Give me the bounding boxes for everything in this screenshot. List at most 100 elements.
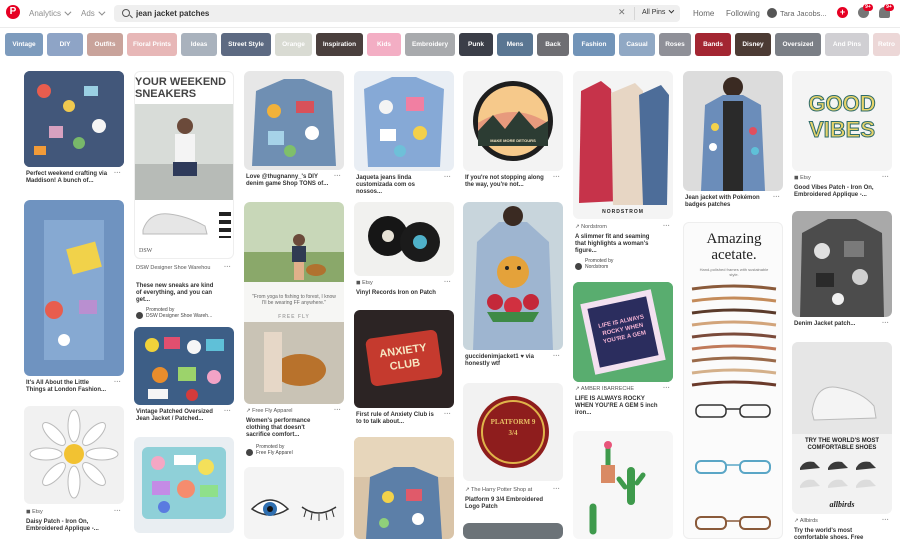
pin-card[interactable] [134, 437, 234, 533]
pin-card[interactable]: NORDSTROM ↗ Nordstrom A slimmer fit and … [573, 71, 673, 271]
pin-source[interactable]: ↗ Allbirds [794, 518, 818, 524]
pin-more-options-icon[interactable]: ··· [444, 411, 451, 418]
pin-card[interactable] [573, 431, 673, 539]
ads-menu[interactable]: Ads [81, 8, 106, 18]
pin-image[interactable] [244, 467, 344, 539]
pin-more-options-icon[interactable]: ··· [114, 508, 121, 515]
pin-card[interactable]: Perfect weekend crafting via Maddison! A… [24, 71, 124, 187]
home-link[interactable]: Home [693, 9, 714, 18]
pin-image[interactable] [134, 327, 234, 405]
pin-image[interactable] [354, 202, 454, 276]
pin-card[interactable]: Jean jacket with Pokémon badges patches … [683, 71, 783, 216]
pin-card[interactable]: Jaqueta jeans linda customizada com os n… [354, 71, 454, 195]
pin-card[interactable]: Amazing acetate. Hand-polished frames wi… [683, 222, 783, 539]
pin-more-options-icon[interactable]: ··· [882, 174, 889, 181]
pin-image[interactable]: "From yoga to fishing to forest, I know … [244, 202, 344, 404]
pin-image[interactable] [573, 431, 673, 539]
pin-card[interactable]: guccidenimjacket1 ♥ via honestly wtf ··· [463, 202, 563, 374]
pinterest-logo-icon[interactable]: P [6, 5, 20, 19]
analytics-menu[interactable]: Analytics [29, 8, 72, 18]
pin-card[interactable]: "From yoga to fishing to forest, I know … [244, 202, 344, 460]
pin-more-options-icon[interactable]: ··· [553, 353, 560, 360]
pin-image[interactable] [683, 71, 783, 191]
pin-card[interactable]: LIFE IS ALWAYS ROCKY WHEN YOU'RE A GEM ↗… [573, 282, 673, 422]
pin-card[interactable]: Vintage Patched Oversized Jean Jacket / … [134, 327, 234, 429]
guide-chip[interactable]: And Pins [825, 33, 869, 56]
pin-card[interactable]: MAKE MORE DETOURS If you're not stopping… [463, 71, 563, 193]
pin-card[interactable]: YOUR WEEKEND SNEAKERS DSW DSW Designer S… [134, 71, 234, 322]
pin-image[interactable] [792, 211, 892, 317]
pin-image[interactable]: TRY THE WORLD'S MOST COMFORTABLE SHOES a… [792, 342, 892, 514]
search-scope-dropdown[interactable]: All Pins [642, 7, 675, 16]
guide-chip[interactable]: DIY [47, 33, 83, 56]
pin-image[interactable] [24, 406, 124, 504]
pin-more-options-icon[interactable]: ··· [773, 194, 780, 201]
pin-image[interactable]: ANXIETY CLUB [354, 310, 454, 408]
pin-image[interactable] [463, 523, 563, 539]
pin-image[interactable]: YOUR WEEKEND SNEAKERS DSW [134, 71, 234, 259]
pin-card[interactable]: GOOD VIBES ◼ Etsy Good Vibes Patch - Iro… [792, 71, 892, 229]
pin-source[interactable]: ◼ Etsy [26, 509, 43, 515]
guide-chip[interactable]: Punk [459, 33, 493, 56]
pin-more-options-icon[interactable]: ··· [663, 385, 670, 392]
pin-card[interactable] [244, 467, 344, 539]
pin-source[interactable]: ↗ Nordstrom [575, 224, 607, 230]
pin-image[interactable]: GOOD VIBES [792, 71, 892, 171]
guide-chip[interactable]: Embroidery [405, 33, 455, 56]
create-pin-button[interactable]: + [837, 7, 848, 18]
guide-chip[interactable]: Bands [695, 33, 731, 56]
pin-card[interactable] [463, 523, 563, 539]
pin-card[interactable]: ◼ Etsy Daisy Patch - Iron On, Embroidere… [24, 406, 124, 539]
pin-more-options-icon[interactable]: ··· [882, 517, 889, 524]
pin-source[interactable]: DSW Designer Shoe Warehou [136, 265, 222, 271]
guide-chip[interactable]: Inspiration [316, 33, 363, 56]
pin-image[interactable] [24, 71, 124, 167]
pin-more-options-icon[interactable]: ··· [224, 408, 231, 415]
pin-image[interactable]: PLATFORM 9 3/4 [463, 383, 563, 481]
pin-more-options-icon[interactable]: ··· [334, 407, 341, 414]
guide-chip[interactable]: Mens [497, 33, 533, 56]
pin-card[interactable]: PLATFORM 9 3/4 ↗ The Harry Potter Shop a… [463, 383, 563, 523]
pin-more-options-icon[interactable]: ··· [444, 279, 451, 286]
promoted-by[interactable] [136, 307, 145, 325]
pin-more-options-icon[interactable]: ··· [114, 170, 121, 177]
promoted-by[interactable] [575, 258, 584, 276]
pin-image[interactable] [463, 202, 563, 350]
guide-chip[interactable]: Street Style [221, 33, 271, 56]
pin-more-options-icon[interactable]: ··· [334, 173, 341, 180]
pin-card[interactable]: ◼ Etsy Vinyl Records Iron on Patch ··· [354, 202, 454, 300]
pin-more-options-icon[interactable]: ··· [553, 486, 560, 493]
pin-card[interactable]: ANXIETY CLUB First rule of Anxiety Club … [354, 310, 454, 428]
pin-more-options-icon[interactable]: ··· [114, 379, 121, 386]
pin-more-options-icon[interactable]: ··· [553, 174, 560, 181]
pin-image[interactable] [24, 200, 124, 376]
pin-more-options-icon[interactable]: ··· [882, 320, 889, 327]
pin-image[interactable]: MAKE MORE DETOURS [463, 71, 563, 171]
pin-card[interactable] [354, 437, 454, 539]
pin-source[interactable]: ↗ The Harry Potter Shop at [465, 487, 532, 493]
guide-chip[interactable]: Fashion [573, 33, 615, 56]
user-profile-link[interactable]: Tara Jacobs... [780, 9, 827, 18]
clear-search-icon[interactable]: ✕ [618, 7, 626, 18]
guide-chip[interactable]: Roses [659, 33, 691, 56]
pin-card[interactable]: Love @thugnanny_'s DIY denim game Shop T… [244, 71, 344, 192]
pin-source[interactable]: ◼ Etsy [356, 280, 373, 286]
guide-chip[interactable]: Kids [367, 33, 401, 56]
pin-card[interactable]: Denim Jacket patch... ··· [792, 211, 892, 333]
pin-image[interactable] [134, 437, 234, 533]
pin-card[interactable]: It's All About the Little Things at Lond… [24, 200, 124, 397]
search-input[interactable] [136, 7, 606, 20]
promoted-by[interactable] [246, 444, 255, 462]
guide-chip[interactable]: Vintage [5, 33, 43, 56]
pin-image[interactable]: LIFE IS ALWAYS ROCKY WHEN YOU'RE A GEM [573, 282, 673, 382]
pin-image[interactable]: Amazing acetate. Hand-polished frames wi… [683, 222, 783, 539]
pin-source[interactable]: ◼ Etsy [794, 175, 811, 181]
pin-more-options-icon[interactable]: ··· [444, 174, 451, 181]
guide-chip[interactable]: Retro [873, 33, 900, 56]
pin-card[interactable]: TRY THE WORLD'S MOST COMFORTABLE SHOES a… [792, 342, 892, 539]
guide-chip[interactable]: Disney [735, 33, 771, 56]
guide-chip[interactable]: Oversized [775, 33, 821, 56]
pin-more-options-icon[interactable]: ··· [224, 264, 231, 271]
pin-image[interactable] [354, 71, 454, 171]
guide-chip[interactable]: Back [537, 33, 569, 56]
